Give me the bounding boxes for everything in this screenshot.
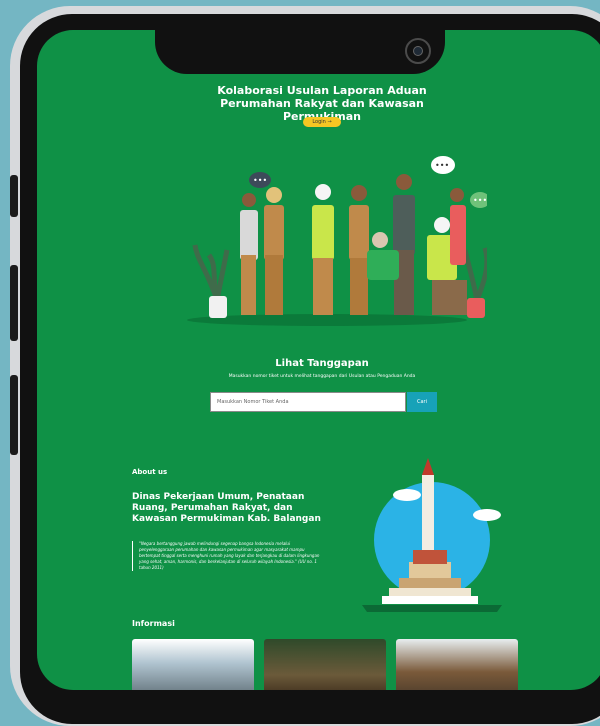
about-quote: "Negara bertanggung jawab melindungi seg… — [132, 541, 324, 571]
info-label: Informasi — [132, 619, 175, 628]
login-button-label: Login — [312, 119, 326, 125]
camera-icon — [405, 38, 431, 64]
tanggapan-title: Lihat Tanggapan — [275, 358, 369, 369]
search-button[interactable]: Cari — [407, 392, 437, 412]
app-screen: Kolaborasi Usulan Laporan Aduan Perumaha… — [37, 30, 600, 690]
about-label: About us — [132, 468, 168, 476]
svg-text:•••: ••• — [473, 196, 487, 205]
monument-illustration-icon — [362, 458, 502, 612]
login-button[interactable]: Login → — [303, 117, 341, 127]
team-illustration-icon: ••• ••• ••• — [187, 156, 487, 326]
phone-volume-up-button — [10, 265, 18, 341]
tanggapan-subtitle: Masukkan nomor tiket untuk melihat tangg… — [228, 374, 416, 379]
svg-text:•••: ••• — [435, 161, 449, 170]
info-card-1[interactable] — [132, 639, 254, 690]
info-card-3[interactable] — [396, 639, 518, 690]
info-card-2[interactable] — [264, 639, 386, 690]
arrow-right-icon: → — [327, 119, 332, 125]
phone-notch — [155, 30, 445, 74]
phone-volume-down-button — [10, 375, 18, 455]
svg-text:•••: ••• — [253, 176, 267, 185]
phone-side-button — [10, 175, 18, 217]
ticket-number-input[interactable]: Masukkan Nomor Tiket Anda — [210, 392, 406, 412]
about-title: Dinas Pekerjaan Umum, Penataan Ruang, Pe… — [132, 492, 321, 524]
